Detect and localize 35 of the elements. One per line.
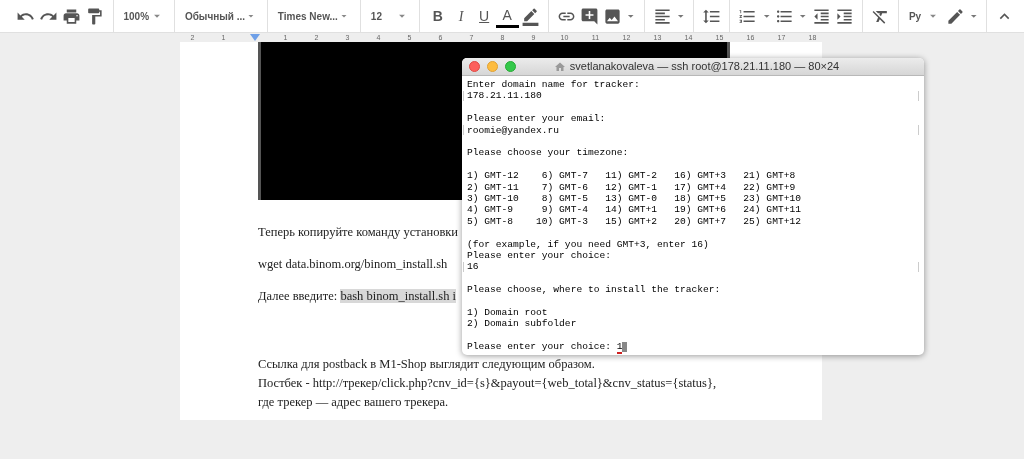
terminal-line: Please enter your choice: (467, 250, 611, 262)
terminal-line: Enter domain name for tracker: (467, 79, 640, 91)
italic-button[interactable]: I (449, 4, 473, 28)
terminal-line: Please choose, where to install the tracker: (467, 284, 721, 296)
terminal-line: 2) Domain subfolder (467, 318, 577, 330)
input-tools-dropdown[interactable]: Ру (904, 4, 944, 28)
zoom-dropdown[interactable]: 100% (119, 4, 168, 28)
terminal-line: 1) GMT-12 6) GMT-7 11) GMT-2 16) GMT+3 21) GMT+8 (467, 170, 796, 182)
terminal-line: Please enter your email: (467, 113, 606, 125)
window-title: svetlanakovaleva — ssh root@178.21.11.180 — 80×24 (569, 59, 840, 75)
terminal-line: Please choose your timezone: (467, 147, 629, 159)
terminal-line: 16 (467, 261, 479, 273)
document-text-line: Постбек - http://трекер/click.php?cnv_id={s}&payout={web_total}&cnv_status={status}, (258, 375, 716, 392)
terminal-line: 2) GMT-11 7) GMT-6 12) GMT-1 17) GMT+4 22) GMT+9 (467, 181, 796, 193)
text-color-button[interactable]: A (495, 4, 519, 28)
terminal-line: 4) GMT-9 9) GMT-4 14) GMT+1 19) GMT+6 24) GMT+11 (467, 204, 801, 216)
document-paragraph: wget data.binom.org/binom_install.sh (258, 256, 448, 273)
terminal-line: (for example, if you need GMT+3, enter 16) (467, 238, 709, 251)
style-dropdown[interactable]: Обычный ... (180, 4, 261, 28)
document-paragraph: Далее введите: bash binom_install.sh i (258, 288, 457, 305)
home-icon (553, 60, 566, 73)
terminal-line: 178.21.11.180 (467, 90, 542, 102)
underline-button[interactable]: U (472, 4, 496, 28)
document-paragraph: Теперь копируйте команду установки (258, 224, 459, 241)
font-dropdown[interactable]: Times New... (273, 4, 354, 28)
font-size-dropdown[interactable]: 12 (366, 4, 414, 28)
document-text-line: где трекер — адрес вашего трекера. (258, 394, 449, 411)
terminal-line: roomie@yandex.ru (467, 124, 560, 136)
bold-button[interactable]: B (426, 4, 450, 28)
terminal-line: 3) GMT-10 8) GMT-5 13) GMT-0 18) GMT+5 23) GMT+10 (467, 193, 801, 205)
cursor (622, 341, 628, 352)
terminal-line: 5) GMT-8 10) GMT-3 15) GMT+2 20) GMT+7 25) GMT+12 (467, 215, 801, 228)
document-text-line: Ссылка для postback в M1-Shop выглядит следующим образом. (258, 356, 595, 373)
terminal-line: 1) Domain root (467, 307, 548, 319)
close-button[interactable] (469, 61, 480, 72)
